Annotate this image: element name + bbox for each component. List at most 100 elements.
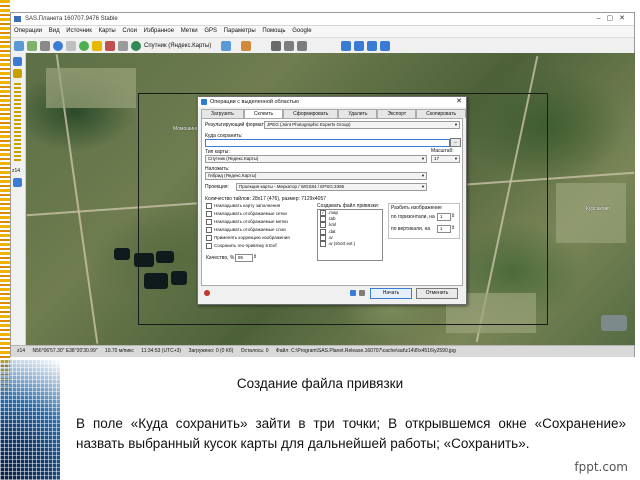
checkbox-icon (320, 216, 326, 223)
menu-item-google[interactable]: Google (292, 28, 311, 34)
close-icon[interactable]: ✕ (456, 97, 462, 107)
zoom-slider[interactable] (14, 83, 21, 163)
gps-icon[interactable] (79, 41, 89, 51)
map-pond (114, 248, 130, 260)
status-zoom: z14 (17, 348, 26, 354)
browse-button[interactable]: ... (450, 138, 461, 147)
menu-item-maps[interactable]: Карты (99, 28, 116, 34)
status-resolution: 10.70 м/пикс (104, 348, 134, 354)
map-type-button[interactable]: Спутник (Яндекс.Карты) (144, 41, 211, 51)
checkbox-icon (320, 240, 326, 247)
ruler-icon[interactable] (118, 41, 128, 51)
menu-item-layers[interactable]: Слои (122, 28, 137, 34)
menu-item-settings[interactable]: Параметры (224, 28, 256, 34)
tab-delete[interactable]: Удалить (338, 109, 378, 118)
polyline-icon[interactable] (284, 41, 294, 51)
chevron-down-icon: ▼ (421, 184, 425, 189)
status-coordinates: N56°06'57.30" E38°20'30.99" (32, 348, 98, 354)
select-poly-icon[interactable] (354, 41, 364, 51)
checkbox-correction[interactable]: Применять коррекцию изображения (206, 235, 290, 241)
stitch-pane: Результирующий формат: JPEG (Joint Photo… (201, 118, 463, 286)
scale-select-value: 17 (434, 156, 440, 161)
marks-icon[interactable] (105, 41, 115, 51)
status-loaded: Загружено: 0 (0 Кб) (188, 348, 234, 354)
checkbox-exif[interactable]: Сохранить гео-привязку в Exif (206, 243, 277, 249)
projection-select-value: Проекция карты - Меркатор / WGS84 / EPSG… (239, 184, 345, 189)
tab-export[interactable]: Экспорт (377, 109, 417, 118)
polygon-icon[interactable] (297, 41, 307, 51)
pin-icon[interactable] (204, 290, 210, 296)
map-type-select[interactable]: Спутник (Яндекс.Карты) ▼ (205, 155, 427, 163)
zoom-plus-icon[interactable] (13, 57, 22, 66)
checkbox-icon (206, 219, 212, 225)
tab-stitch[interactable]: Склеить (243, 109, 284, 118)
window-controls[interactable]: –▢✕ (597, 13, 631, 25)
menu-item-marks[interactable]: Метки (181, 28, 198, 34)
tab-copy[interactable]: Скопировать (416, 109, 467, 118)
layers-icon[interactable] (66, 41, 76, 51)
chevron-down-icon: ▼ (421, 173, 425, 178)
split-vertical-input[interactable]: 1 (437, 225, 451, 233)
grid-icon[interactable] (92, 41, 102, 51)
dialog-tabs: Загрузить Склеить Сформировать Удалить Экспо… (201, 109, 467, 118)
projection-select[interactable]: Проекция карты - Меркатор / WGS84 / EPSG… (236, 183, 427, 191)
georef-item-w-short[interactable]: .w (short ext.) (318, 240, 382, 247)
hybrid-icon[interactable] (221, 41, 231, 51)
cancel-button[interactable]: Отменить (416, 288, 458, 299)
menu-item-help[interactable]: Помощь (262, 28, 285, 34)
move-icon[interactable] (14, 41, 24, 51)
chevron-down-icon: ▼ (421, 156, 425, 161)
format-select[interactable]: JPEG (Joint Photographic Experts Group) ▼ (264, 121, 460, 129)
search-icon[interactable] (241, 41, 251, 51)
refresh-icon[interactable] (350, 290, 356, 296)
checkbox-layers[interactable]: Накладывать отображаемые слои (206, 227, 286, 233)
scale-select[interactable]: 17 ▼ (431, 155, 460, 163)
zoom-icon[interactable] (359, 290, 365, 296)
globe-icon[interactable] (53, 41, 63, 51)
dialog-title: Операции с выделенной областью (210, 99, 299, 105)
split-horizontal-input[interactable]: 1 (437, 213, 451, 221)
menu-item-favorites[interactable]: Избранное (144, 28, 174, 34)
window-titlebar: SAS.Планета 160707.9476 Stable –▢✕ (11, 13, 634, 26)
select-rect-icon[interactable] (341, 41, 351, 51)
quality-stepper[interactable]: ⇕ (253, 254, 257, 260)
map-type-select-value: Спутник (Яндекс.Карты) (208, 156, 259, 161)
dialog-icon (201, 99, 207, 105)
slide-caption: Создание файла привязки (236, 376, 404, 391)
georef-item-label: .dat (328, 228, 336, 234)
zoom-level-icon[interactable] (13, 69, 22, 78)
quality-label: Качество, % (206, 255, 235, 261)
start-button[interactable]: Начать (370, 288, 412, 299)
zoom-minus-icon[interactable] (13, 178, 22, 187)
status-bar: z14 N56°06'57.30" E38°20'30.99" 10.70 м/… (11, 345, 634, 357)
select-previous-icon[interactable] (380, 41, 390, 51)
split-horizontal-stepper[interactable]: ⇕ (451, 213, 455, 219)
select-line-icon[interactable] (367, 41, 377, 51)
split-vertical-label: по вертикали, на (391, 226, 431, 232)
split-vertical-stepper[interactable]: ⇕ (451, 225, 455, 231)
map-type-icon[interactable] (131, 41, 141, 51)
tab-download[interactable]: Загрузить (201, 109, 244, 118)
checkbox-icon (206, 203, 212, 209)
dialog-titlebar: Операции с выделенной областью ✕ (198, 97, 466, 107)
pin-icon[interactable] (271, 41, 281, 51)
brand-logo: fppt.com (574, 460, 628, 474)
zoom-out-icon[interactable] (40, 41, 50, 51)
tiles-info: Количество тайлов: 28x17 (476), размер: … (205, 196, 327, 202)
menu-item-source[interactable]: Источник (66, 28, 92, 34)
overlay-select[interactable]: Гибрид (Яндекс.Карты) ▼ (205, 172, 427, 180)
menu-item-gps[interactable]: GPS (204, 28, 217, 34)
selection-operations-dialog: Операции с выделенной областью ✕ Загрузи… (197, 96, 467, 305)
checkbox-marks[interactable]: Накладывать отображаемые метки (206, 219, 288, 225)
split-horizontal-label: по горизонтали, на (391, 214, 435, 220)
save-path-input[interactable] (205, 139, 450, 147)
map-label-village: Момошино (173, 126, 199, 132)
menu-item-operations[interactable]: Операции (14, 28, 42, 34)
checkbox-fill-map[interactable]: Накладывать карту заполнения (206, 203, 280, 209)
tab-generate[interactable]: Сформировать (283, 109, 339, 118)
menu-bar: Операции Вид Источник Карты Слои Избранн… (11, 26, 634, 38)
zoom-in-icon[interactable] (27, 41, 37, 51)
menu-item-view[interactable]: Вид (49, 28, 60, 34)
checkbox-grids[interactable]: Накладывать отображаемые сетки (206, 211, 287, 217)
quality-input[interactable]: 95 (235, 254, 253, 262)
